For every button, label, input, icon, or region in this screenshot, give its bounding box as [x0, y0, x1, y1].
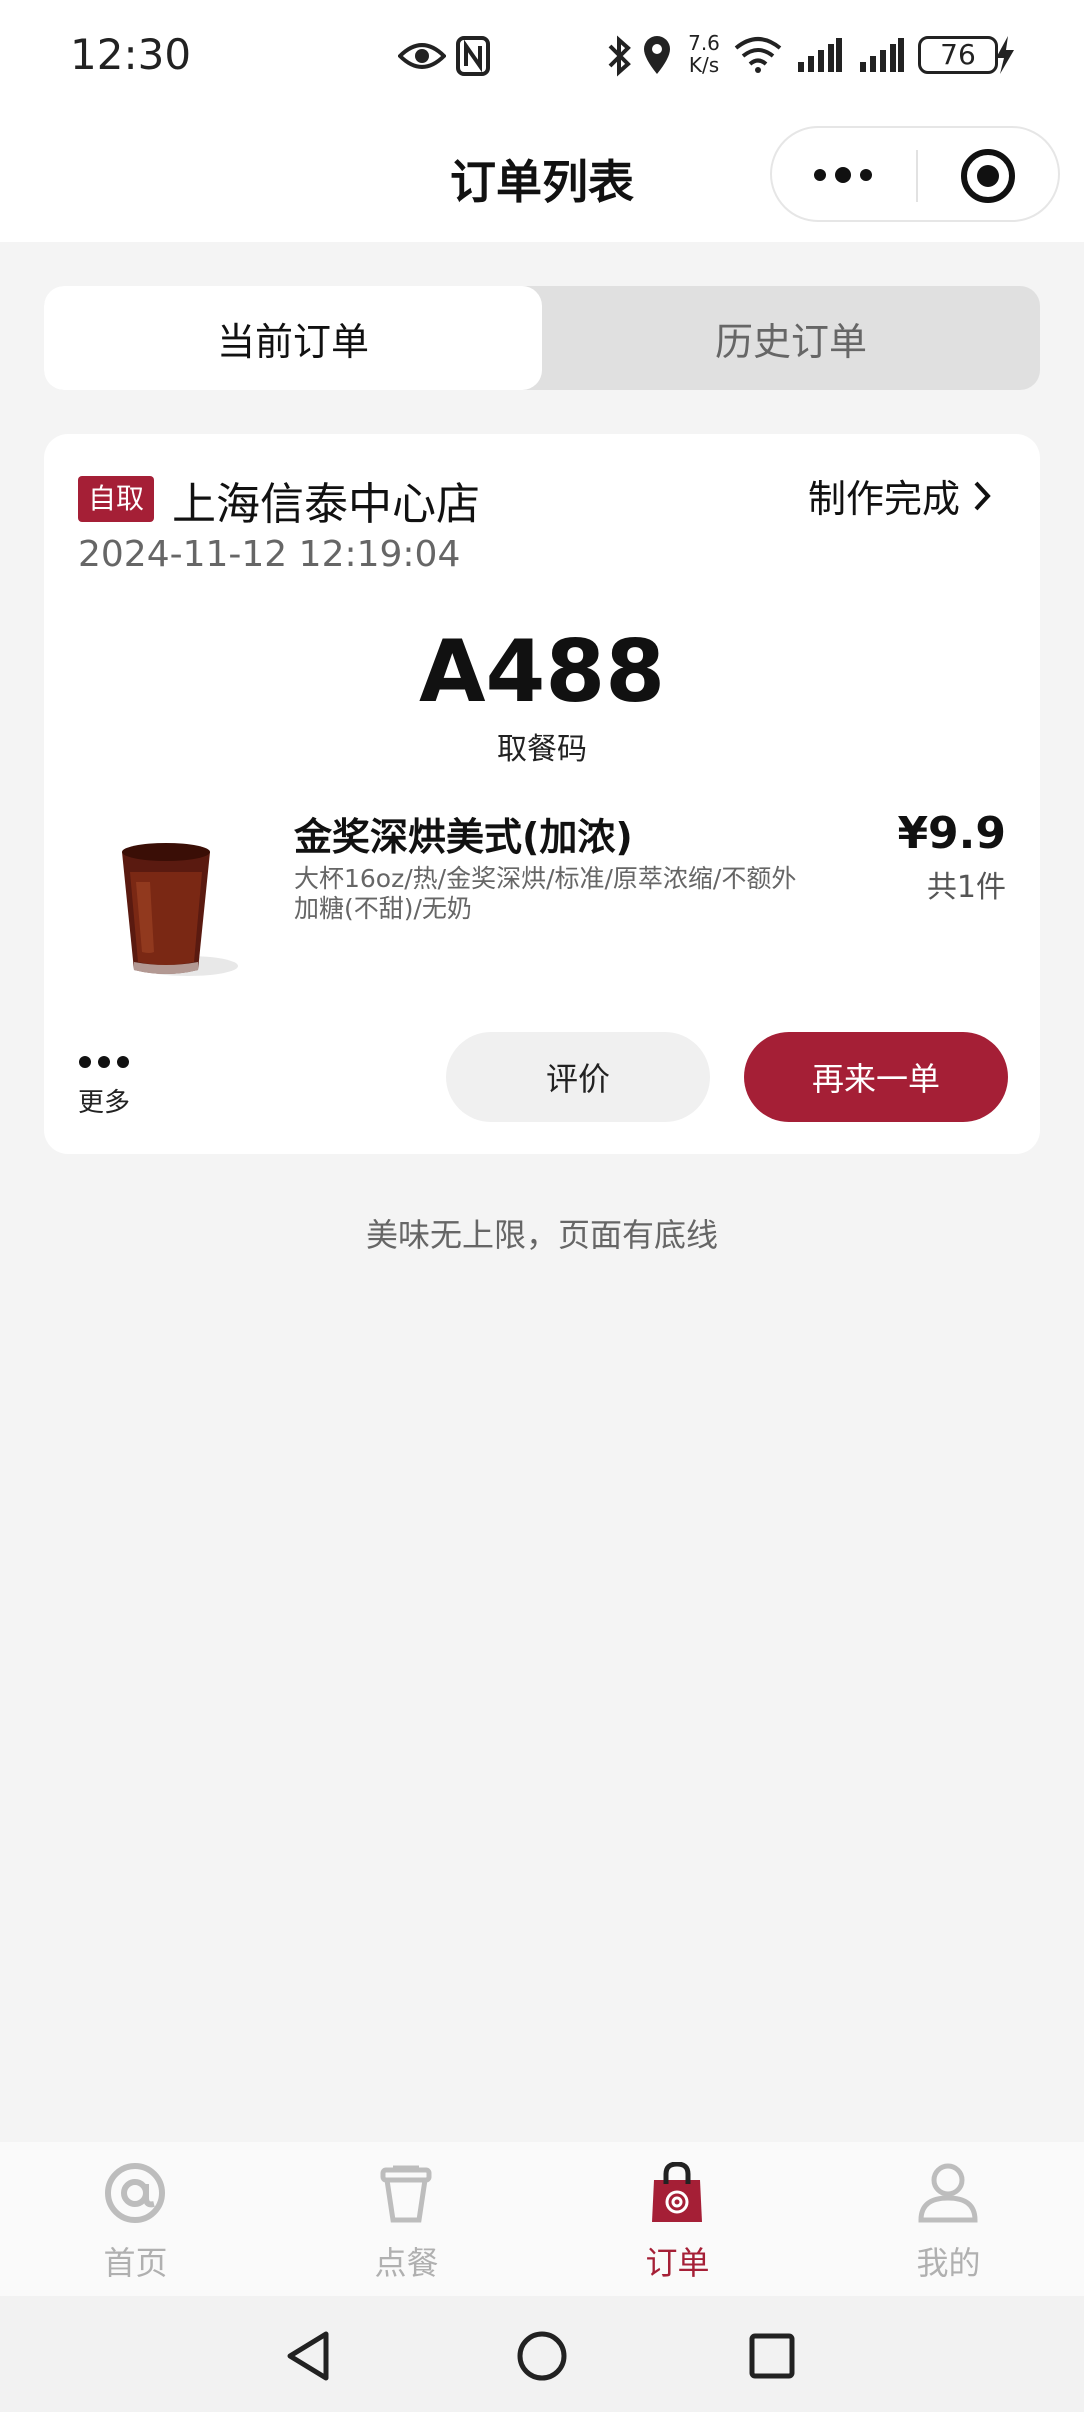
at-sign-icon [105, 2163, 165, 2223]
bottom-nav: 首页 点餐 订单 我的 [0, 2142, 1084, 2296]
nav-label-order-food: 点餐 [374, 2244, 439, 2282]
product-price: ¥9.9 [897, 808, 1006, 859]
pickup-type-badge: 自取 [78, 476, 155, 522]
home-circle-icon[interactable] [516, 2330, 568, 2382]
signal-icon [860, 38, 904, 72]
bluetooth-icon [608, 35, 631, 77]
battery-icon: 76 [918, 36, 998, 74]
back-icon[interactable] [284, 2330, 334, 2382]
product-quantity: 共1件 [926, 870, 1006, 905]
battery-level: 76 [940, 38, 976, 71]
reorder-button[interactable]: 再来一单 [744, 1032, 1008, 1122]
location-icon [644, 36, 670, 74]
nav-item-order-food[interactable]: 点餐 [271, 2142, 542, 2296]
chevron-right-icon [974, 481, 991, 510]
cup-icon [380, 2165, 432, 2223]
nfc-icon [456, 36, 490, 76]
nav-label-profile: 我的 [916, 2244, 981, 2282]
nav-label-orders: 订单 [645, 2244, 710, 2282]
net-speed-unit: K/s [688, 53, 720, 77]
order-card[interactable]: 自取 上海信泰中心店 制作完成 2024-11-12 12:19:04 A488… [44, 434, 1040, 1154]
shopping-bag-icon [652, 2162, 702, 2222]
nav-label-home: 首页 [103, 2244, 168, 2282]
tab-current-orders[interactable]: 当前订单 [44, 286, 542, 390]
order-datetime: 2024-11-12 12:19:04 [78, 534, 461, 575]
order-status-link[interactable]: 制作完成 [808, 468, 996, 523]
page-header: 订单列表 [0, 112, 1084, 242]
order-tabs: 当前订单 历史订单 [44, 286, 1040, 390]
nav-item-home[interactable]: 首页 [0, 2142, 271, 2296]
recent-apps-icon[interactable] [748, 2332, 796, 2380]
capsule-divider [916, 150, 918, 202]
pickup-code: A488 [418, 622, 666, 722]
signal-icon [798, 38, 842, 72]
pickup-code-label: 取餐码 [497, 732, 587, 767]
product-name: 金奖深烘美式(加浓) [294, 815, 633, 859]
eye-icon [398, 43, 446, 69]
more-button-label[interactable]: 更多 [78, 1082, 130, 1119]
target-icon[interactable] [960, 148, 1016, 204]
user-icon [918, 2163, 978, 2223]
more-dots-icon[interactable] [78, 1054, 130, 1070]
miniprogram-capsule [770, 126, 1060, 222]
order-status: 制作完成 [807, 477, 960, 521]
status-time: 12:30 [70, 30, 192, 79]
net-speed-value: 7.6 [688, 31, 720, 55]
charging-icon [996, 36, 1014, 74]
review-button[interactable]: 评价 [446, 1032, 710, 1122]
nav-item-orders[interactable]: 订单 [542, 2142, 813, 2296]
nav-item-profile[interactable]: 我的 [813, 2142, 1084, 2296]
product-spec: 大杯16oz/热/金奖深烘/标准/原萃浓缩/不额外加糖(不甜)/无奶 [294, 864, 797, 923]
system-nav-bar [0, 2296, 1084, 2412]
tab-history-orders[interactable]: 历史订单 [542, 286, 1040, 390]
list-end-note: 美味无上限，页面有底线 [365, 1216, 718, 1254]
product-image [122, 843, 238, 976]
status-bar: 12:30 7.6 K/s 76 [0, 0, 1084, 112]
store-name: 上海信泰中心店 [172, 479, 480, 530]
more-dots-icon[interactable] [812, 164, 874, 186]
wifi-icon [734, 37, 782, 73]
